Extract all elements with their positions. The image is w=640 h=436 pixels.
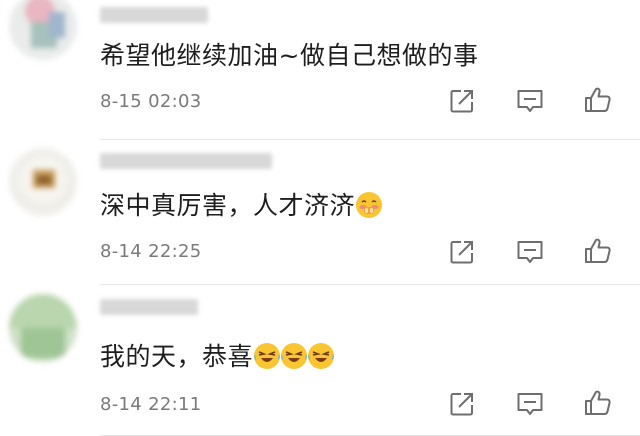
comment-time: 8-14 22:25 — [100, 241, 202, 262]
username[interactable] — [100, 299, 198, 315]
comment-icon — [517, 90, 543, 112]
embarrassed-emoji — [356, 192, 383, 218]
avatar[interactable] — [9, 294, 77, 362]
share-button[interactable] — [447, 237, 477, 267]
divider — [100, 284, 640, 285]
share-button[interactable] — [447, 389, 477, 419]
comment-icon — [517, 393, 543, 415]
like-button[interactable] — [583, 388, 613, 418]
comment-item: 我的天，恭喜 8-14 22:11 — [0, 286, 640, 436]
comment-text-content: 我的天，恭喜 — [100, 342, 254, 371]
username[interactable] — [100, 7, 208, 23]
comment-button[interactable] — [515, 86, 545, 116]
like-button[interactable] — [583, 85, 613, 115]
username[interactable] — [100, 153, 272, 169]
share-button[interactable] — [447, 86, 477, 116]
share-icon — [450, 393, 473, 416]
thumbs-up-icon — [585, 87, 611, 112]
laugh-cry-emoji — [308, 343, 335, 369]
avatar[interactable] — [9, 148, 77, 216]
comment-time: 8-15 02:03 — [100, 91, 202, 112]
comment-time: 8-14 22:11 — [100, 394, 202, 415]
thumbs-up-icon — [585, 238, 611, 263]
comment-item: 深中真厉害，人才济济 8-14 22:25 — [0, 140, 640, 286]
comment-item: 希望他继续加油~做自己想做的事 8-15 02:03 — [0, 0, 640, 140]
comment-text: 深中真厉害，人才济济 — [100, 189, 383, 223]
comment-text: 希望他继续加油~做自己想做的事 — [100, 41, 479, 70]
comment-text-content: 深中真厉害，人才济济 — [100, 191, 356, 220]
share-icon — [450, 241, 473, 264]
like-button[interactable] — [583, 236, 613, 266]
laugh-cry-emoji — [281, 343, 308, 369]
avatar[interactable] — [9, 0, 77, 60]
share-icon — [450, 90, 473, 113]
comment-button[interactable] — [515, 237, 545, 267]
thumbs-up-icon — [585, 390, 611, 415]
laugh-cry-emoji — [254, 343, 281, 369]
comment-text: 我的天，恭喜 — [100, 340, 335, 374]
comment-button[interactable] — [515, 389, 545, 419]
comment-icon — [517, 241, 543, 263]
